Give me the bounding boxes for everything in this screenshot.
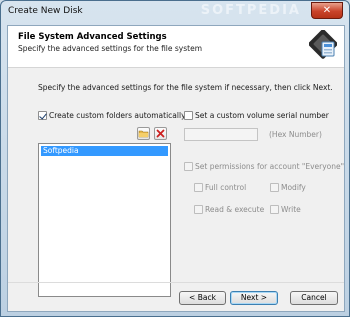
list-item[interactable]: Softpedia: [41, 146, 168, 156]
permissions-checkbox[interactable]: [184, 162, 193, 171]
custom-folders-label: Create custom folders automatically: [49, 111, 186, 120]
cancel-button[interactable]: Cancel: [290, 291, 338, 305]
read-execute-label: Read & execute: [205, 205, 265, 214]
full-control-checkbox[interactable]: [194, 183, 203, 192]
close-button[interactable]: ✕: [311, 2, 343, 19]
page-subtitle: Specify the advanced settings for the fi…: [18, 44, 202, 53]
add-folder-button[interactable]: [137, 127, 150, 140]
modify-checkbox[interactable]: [270, 183, 279, 192]
title-bar[interactable]: Create New Disk SOFTPEDIA ✕: [1, 1, 349, 25]
wizard-disk-icon: [309, 30, 337, 59]
custom-serial-label: Set a custom volume serial number: [195, 111, 329, 120]
serial-number-input[interactable]: [184, 128, 258, 141]
create-new-disk-window: Create New Disk SOFTPEDIA ✕ File System …: [0, 0, 350, 317]
read-execute-checkbox[interactable]: [194, 205, 203, 214]
wizard-header: File System Advanced Settings Specify th…: [8, 26, 344, 68]
back-button[interactable]: < Back: [179, 291, 226, 305]
serial-hint: (Hex Number): [269, 130, 322, 139]
permissions-label: Set permissions for account "Everyone": [195, 162, 345, 171]
write-label: Write: [281, 205, 301, 214]
modify-label: Modify: [281, 183, 306, 192]
close-icon: ✕: [322, 5, 332, 16]
next-button[interactable]: Next >: [230, 291, 278, 305]
delete-folder-button[interactable]: [154, 127, 167, 140]
wizard-page: File System Advanced Settings Specify th…: [7, 25, 345, 312]
delete-icon: [156, 129, 165, 138]
page-title: File System Advanced Settings: [18, 32, 167, 42]
write-checkbox[interactable]: [270, 205, 279, 214]
button-divider: [8, 282, 344, 283]
custom-serial-checkbox[interactable]: [184, 111, 193, 120]
full-control-label: Full control: [205, 183, 247, 192]
folder-add-icon: [138, 130, 149, 138]
watermark: SOFTPEDIA: [200, 3, 301, 18]
intro-text: Specify the advanced settings for the fi…: [38, 83, 333, 92]
custom-folders-checkbox[interactable]: [38, 111, 47, 120]
custom-folders-list[interactable]: Softpedia: [38, 143, 171, 297]
window-title: Create New Disk: [8, 6, 83, 16]
